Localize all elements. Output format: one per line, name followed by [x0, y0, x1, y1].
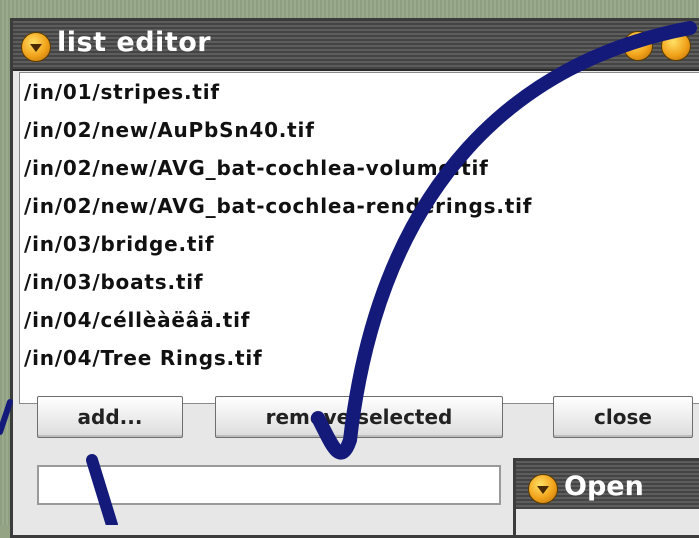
path-input[interactable] [37, 465, 501, 505]
remove-selected-button[interactable]: remove selected [215, 396, 503, 438]
list-item[interactable]: /in/02/new/AVG_bat-cochlea-renderings.ti… [20, 187, 699, 225]
list-item[interactable]: /in/04/Tree Rings.tif [20, 339, 699, 377]
add-button[interactable]: add... [37, 396, 183, 438]
list-item[interactable]: /in/03/bridge.tif [20, 225, 699, 263]
window-menu-icon[interactable] [528, 474, 558, 504]
open-dialog-titlebar[interactable]: Open [516, 461, 699, 509]
list-editor-titlebar[interactable]: list editor [13, 21, 699, 71]
list-item[interactable]: /in/02/new/AuPbSn40.tif [20, 111, 699, 149]
window-title: list editor [57, 27, 212, 58]
open-dialog-window: Open [513, 458, 699, 538]
file-list[interactable]: /in/01/stripes.tif /in/02/new/AuPbSn40.t… [19, 72, 699, 404]
list-item[interactable]: /in/02/new/AVG_bat-cochlea-volume.tif [20, 149, 699, 187]
list-item[interactable]: /in/04/céllèàëâä.tif [20, 301, 699, 339]
window-menu-icon[interactable] [21, 32, 51, 62]
list-item[interactable]: /in/03/boats.tif [20, 263, 699, 301]
close-window-icon[interactable] [661, 31, 691, 61]
minimize-icon[interactable] [623, 31, 653, 61]
open-dialog-title: Open [564, 471, 644, 502]
close-button[interactable]: close [553, 396, 693, 438]
list-item[interactable]: /in/01/stripes.tif [20, 73, 699, 111]
